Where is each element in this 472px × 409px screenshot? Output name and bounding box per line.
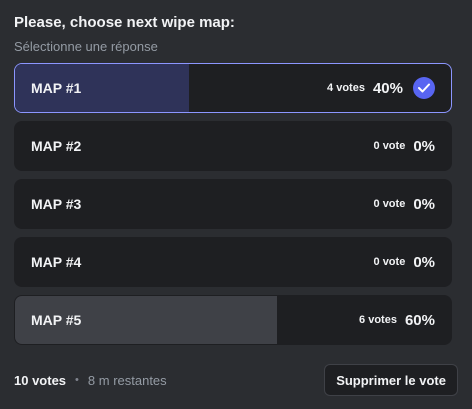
option-vote-count: 0 vote <box>373 256 406 268</box>
poll-options: MAP #1 4 votes 40% MAP #2 0 vote 0% MAP … <box>14 63 452 353</box>
poll-option-map-1[interactable]: MAP #1 4 votes 40% <box>14 63 452 113</box>
option-label: MAP #5 <box>31 312 82 328</box>
poll-option-map-3[interactable]: MAP #3 0 vote 0% <box>14 179 452 229</box>
time-remaining: 8 m restantes <box>87 372 167 388</box>
remove-vote-button[interactable]: Supprimer le vote <box>324 364 458 396</box>
poll-footer: 10 votes • 8 m restantes Supprimer le vo… <box>14 363 458 397</box>
option-percent: 0% <box>413 137 435 155</box>
option-vote-count: 4 votes <box>327 82 365 94</box>
option-vote-count: 0 vote <box>373 140 406 152</box>
poll-option-map-2[interactable]: MAP #2 0 vote 0% <box>14 121 452 171</box>
option-label: MAP #3 <box>31 196 82 212</box>
option-vote-count: 0 vote <box>373 198 406 210</box>
option-label: MAP #2 <box>31 138 82 154</box>
option-vote-count: 6 votes <box>359 314 397 326</box>
option-percent: 0% <box>413 195 435 213</box>
option-percent: 60% <box>404 311 435 329</box>
poll-option-map-4[interactable]: MAP #4 0 vote 0% <box>14 237 452 287</box>
option-label: MAP #4 <box>31 254 82 270</box>
option-percent: 0% <box>413 253 435 271</box>
poll-option-map-5[interactable]: MAP #5 6 votes 60% <box>14 295 452 345</box>
poll-instruction: Sélectionne une réponse <box>14 39 158 54</box>
option-label: MAP #1 <box>31 80 82 96</box>
option-percent: 40% <box>372 79 403 97</box>
poll-question: Please, choose next wipe map: <box>14 14 235 31</box>
checkmark-icon <box>413 77 435 99</box>
separator-dot: • <box>75 374 79 386</box>
total-votes: 10 votes <box>14 372 67 388</box>
